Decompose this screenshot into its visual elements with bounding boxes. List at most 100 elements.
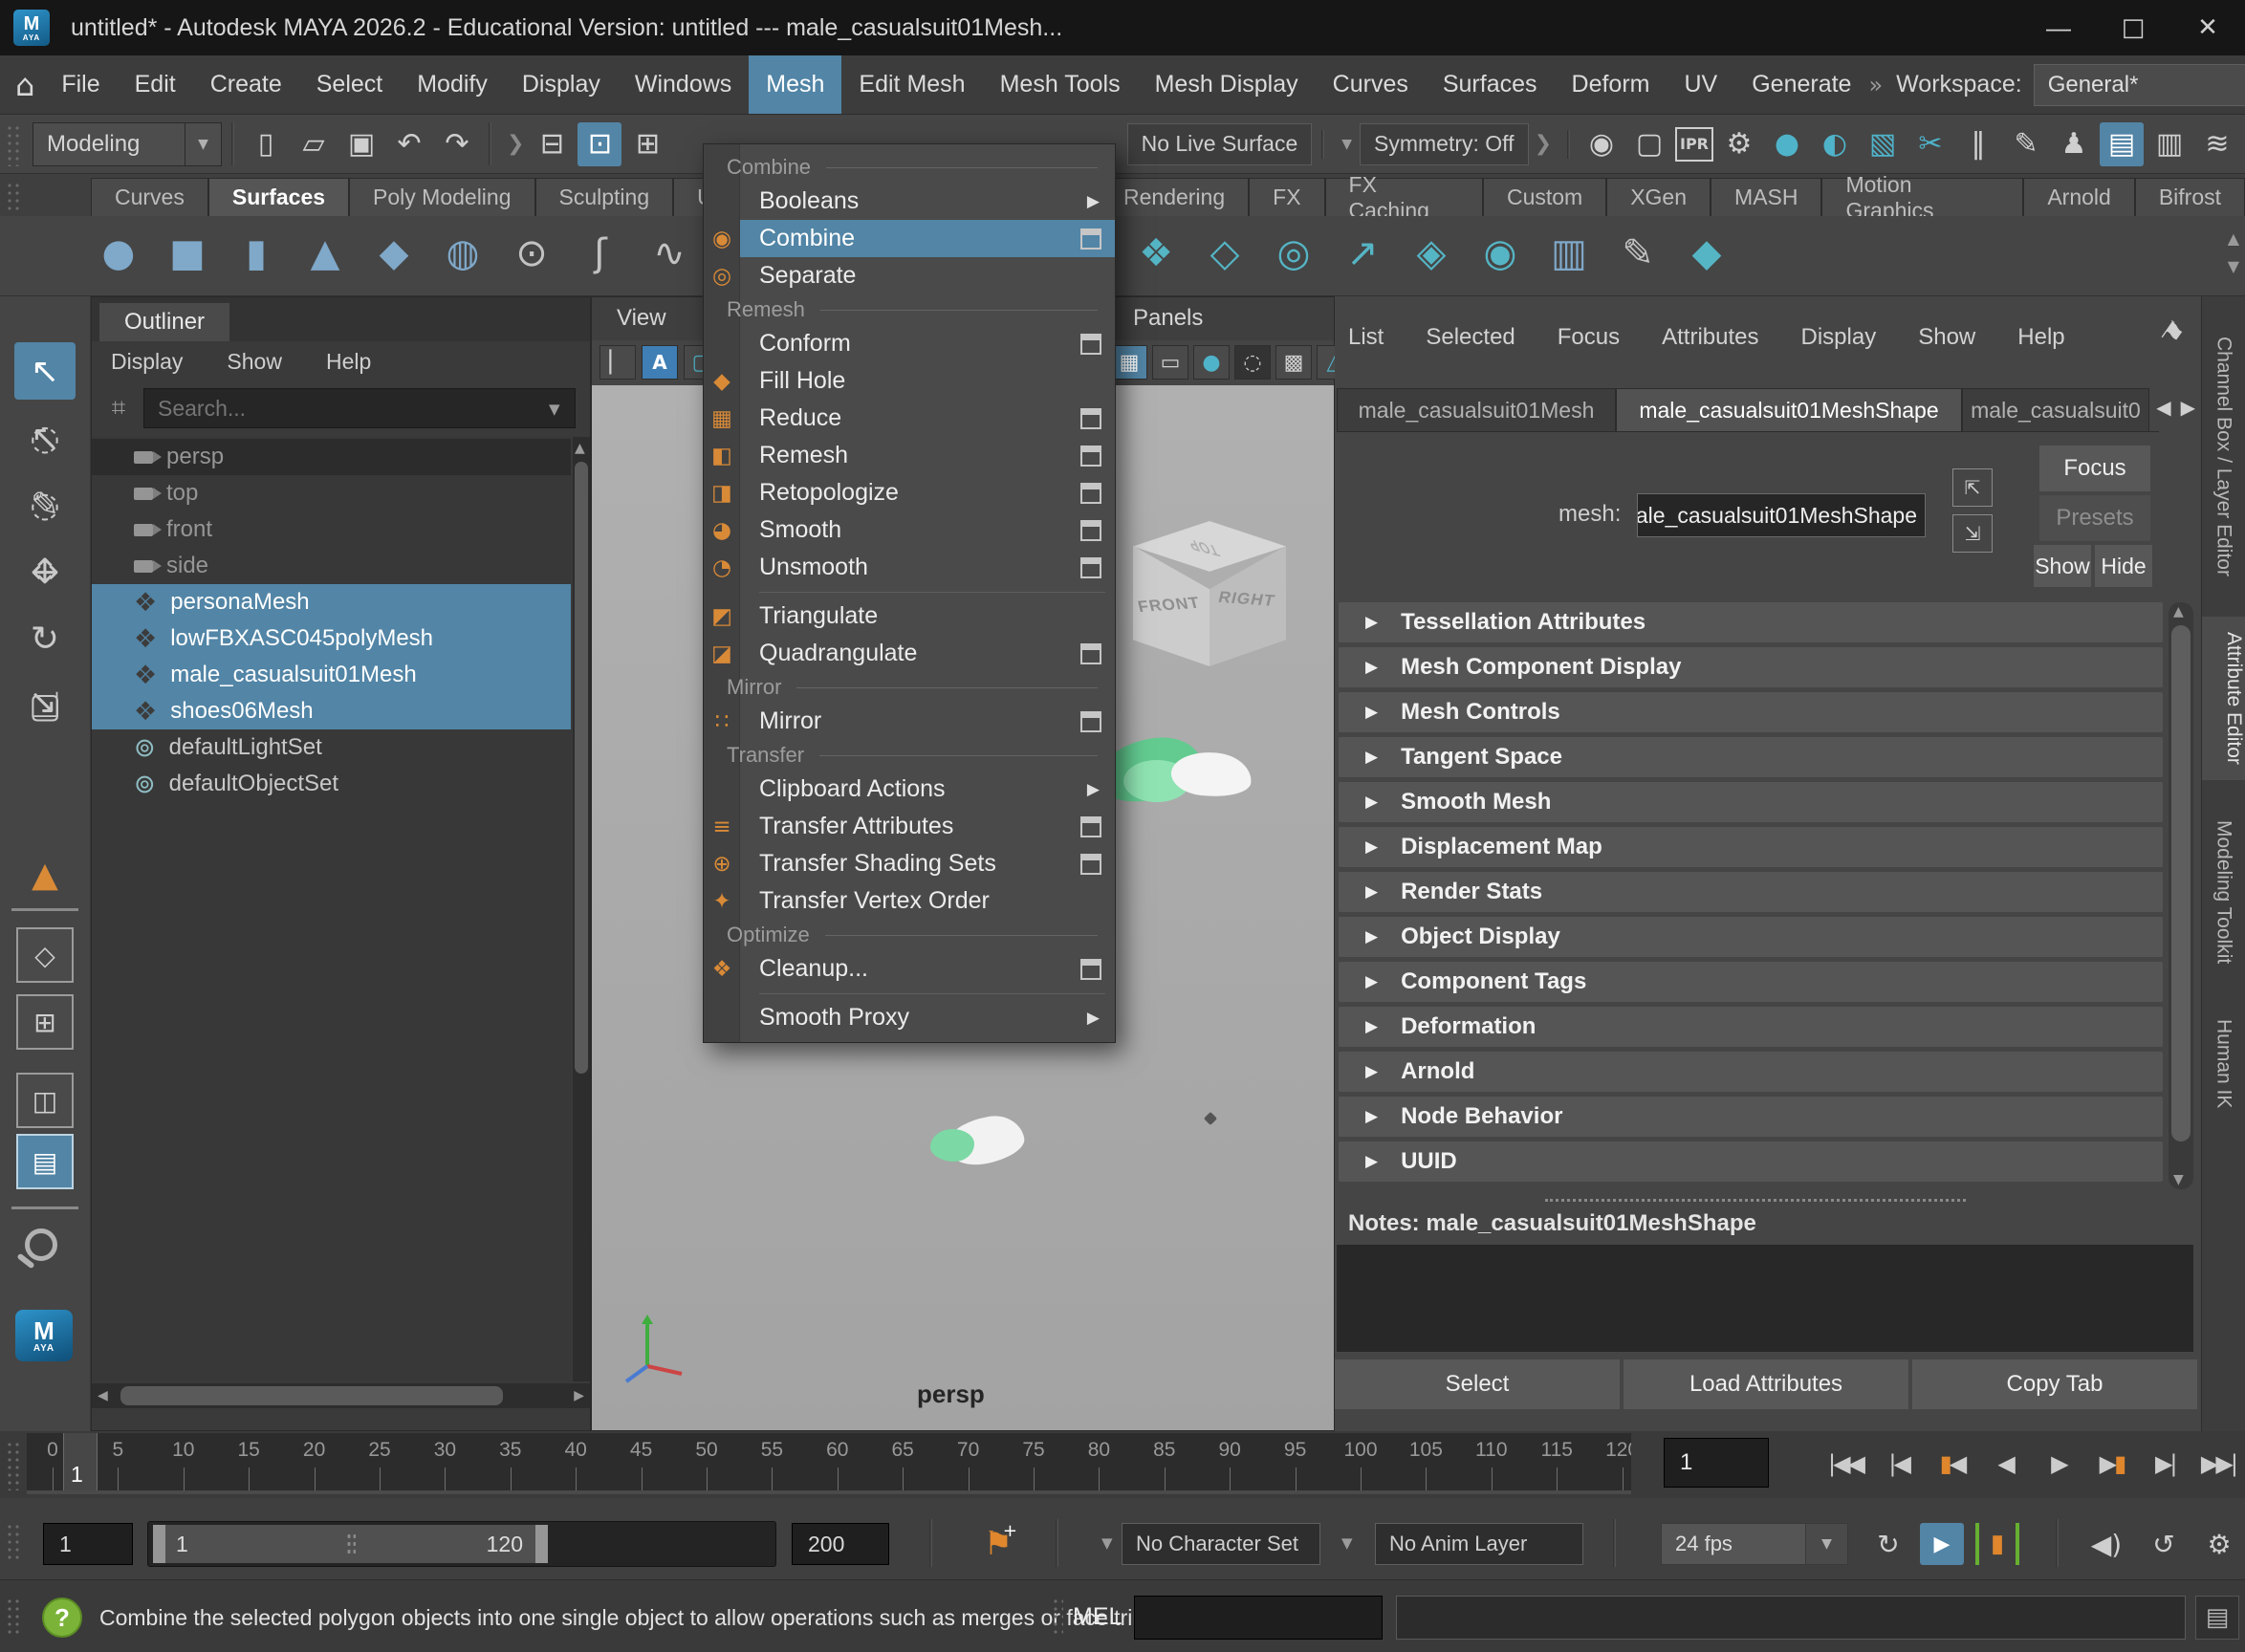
section-tessellation-attributes[interactable]: ▶Tessellation Attributes bbox=[1339, 602, 2163, 642]
menu-overflow-icon[interactable]: » bbox=[1868, 72, 1883, 98]
step-forward-key-button[interactable]: ▶▮ bbox=[2088, 1438, 2136, 1489]
select-button[interactable]: Select bbox=[1335, 1359, 1620, 1409]
shelf-tab-fx-caching[interactable]: FX Caching bbox=[1325, 178, 1483, 216]
scroll-left-icon[interactable]: ◀ bbox=[98, 1388, 108, 1403]
fps-selector[interactable]: 24 fps ▼ bbox=[1661, 1523, 1848, 1565]
dock-tab-modeling-toolkit[interactable]: Modeling Toolkit bbox=[2212, 805, 2235, 979]
outliner-search-input[interactable] bbox=[143, 388, 576, 428]
four-pane-layout-button[interactable]: ⊞ bbox=[16, 994, 74, 1050]
shelf-tab-rendering[interactable]: Rendering bbox=[1100, 178, 1249, 216]
menu-uv[interactable]: UV bbox=[1667, 55, 1734, 114]
menu-set-selector[interactable]: Modeling ▼ bbox=[33, 122, 222, 166]
menu-item-transfer-shading-sets[interactable]: ⊕Transfer Shading Sets bbox=[704, 845, 1115, 882]
playback-speed-icon[interactable]: ▶ bbox=[1920, 1523, 1964, 1565]
menu-item-remesh[interactable]: ◧Remesh bbox=[704, 437, 1115, 474]
menu-edit[interactable]: Edit bbox=[118, 55, 193, 114]
collapse-chevron-icon[interactable]: ❯ bbox=[507, 132, 524, 156]
tab-scroll-right-icon[interactable]: ▶ bbox=[2181, 396, 2195, 419]
nurbs-sphere-icon[interactable]: ● bbox=[91, 226, 146, 281]
ipr-render-icon[interactable]: IPR bbox=[1675, 127, 1713, 162]
search-magnifier-icon[interactable] bbox=[25, 1228, 57, 1261]
bookmark-button[interactable]: ⚑+ bbox=[977, 1523, 1019, 1565]
pause-viewport-icon[interactable]: ‖ bbox=[1956, 122, 2000, 166]
menu-item-smooth[interactable]: ◕Smooth bbox=[704, 511, 1115, 549]
scrollbar-thumb[interactable] bbox=[575, 462, 588, 1074]
ae-menu-focus[interactable]: Focus bbox=[1558, 324, 1620, 351]
shelf-tab-mash[interactable]: MASH bbox=[1711, 178, 1821, 216]
redo-icon[interactable]: ↷ bbox=[435, 122, 479, 166]
dock-tab-attribute-editor[interactable]: Attribute Editor bbox=[2202, 617, 2245, 780]
outliner-item-front[interactable]: front bbox=[92, 511, 571, 548]
mesh-name-field[interactable]: male_casualsuit01MeshShape bbox=[1637, 493, 1926, 537]
expand-arrow-icon[interactable]: ▶ bbox=[1365, 1107, 1378, 1126]
menu-item-separate[interactable]: ◎Separate bbox=[704, 257, 1115, 294]
option-box-icon[interactable] bbox=[1080, 959, 1101, 980]
maximize-button[interactable]: □ bbox=[2096, 0, 2170, 55]
menu-item-cleanup[interactable]: ❖Cleanup... bbox=[704, 950, 1115, 988]
dock-tab-human-ik[interactable]: Human IK bbox=[2212, 1004, 2235, 1123]
character-set-menu-icon[interactable]: ▼ bbox=[1101, 1534, 1113, 1552]
show-button[interactable]: Show bbox=[2034, 545, 2091, 587]
menu-mesh[interactable]: Mesh bbox=[749, 55, 841, 114]
step-back-key-button[interactable]: ▮◀ bbox=[1928, 1438, 1975, 1489]
menu-curves[interactable]: Curves bbox=[1316, 55, 1426, 114]
new-scene-icon[interactable]: ▯ bbox=[244, 122, 288, 166]
ae-menu-show[interactable]: Show bbox=[1918, 324, 1975, 351]
outliner-item-personamesh[interactable]: ❖personaMesh bbox=[92, 584, 571, 620]
menu-mesh-tools[interactable]: Mesh Tools bbox=[983, 55, 1138, 114]
shelf-tab-xgen[interactable]: XGen bbox=[1606, 178, 1711, 216]
notes-resize-handle[interactable] bbox=[1545, 1199, 1966, 1202]
timeline-ruler[interactable]: 1 05101520253035404550556065707580859095… bbox=[27, 1433, 1631, 1494]
lasso-select-tool[interactable]: ◌↖ bbox=[14, 409, 76, 467]
menu-create[interactable]: Create bbox=[193, 55, 299, 114]
animation-start-field[interactable]: 1 bbox=[43, 1523, 133, 1565]
resolution-gate-button[interactable]: ● bbox=[1193, 345, 1230, 380]
outliner-item-defaultlightset[interactable]: ⊚defaultLightSet bbox=[92, 729, 571, 766]
select-by-hierarchy-icon[interactable]: ⊟ bbox=[530, 122, 574, 166]
hide-button[interactable]: Hide bbox=[2095, 545, 2152, 587]
copy-tab-button[interactable]: Copy Tab bbox=[1912, 1359, 2197, 1409]
character-set-field[interactable]: No Character Set bbox=[1122, 1523, 1320, 1565]
camera-attributes-icon[interactable]: A bbox=[642, 345, 678, 380]
dock-tab-channel-box-layer-editor[interactable]: Channel Box / Layer Editor bbox=[2212, 321, 2235, 592]
time-sync-icon[interactable]: ↺ bbox=[2142, 1523, 2186, 1565]
scroll-down-icon[interactable]: ▼ bbox=[2173, 1172, 2184, 1187]
menu-item-unsmooth[interactable]: ◔Unsmooth bbox=[704, 549, 1115, 586]
undo-icon[interactable]: ↶ bbox=[387, 122, 431, 166]
nurbs-cylinder-icon[interactable]: ▮ bbox=[229, 226, 284, 281]
shelf-grip[interactable] bbox=[4, 180, 19, 210]
expand-arrow-icon[interactable]: ▶ bbox=[1365, 882, 1378, 902]
mesh-fragment[interactable] bbox=[930, 1112, 1026, 1169]
expand-arrow-icon[interactable]: ▶ bbox=[1365, 658, 1378, 677]
shelf-scroll-up-icon[interactable]: ▲ bbox=[2228, 229, 2239, 248]
section-component-tags[interactable]: ▶Component Tags bbox=[1339, 962, 2163, 1002]
range-end-handle[interactable] bbox=[535, 1525, 548, 1563]
shelf-tab-bifrost[interactable]: Bifrost bbox=[2135, 178, 2245, 216]
outliner-item-top[interactable]: top bbox=[92, 475, 571, 511]
trim-icon[interactable]: ✎ bbox=[1610, 226, 1666, 281]
scroll-up-icon[interactable]: ▲ bbox=[2173, 604, 2184, 620]
revolve-surface-icon[interactable]: ◎ bbox=[1266, 226, 1321, 281]
command-result-field[interactable] bbox=[1396, 1596, 2186, 1640]
nurbs-cone-icon[interactable]: ▲ bbox=[297, 226, 353, 281]
outliner-menu-show[interactable]: Show bbox=[227, 349, 282, 375]
minimize-button[interactable]: — bbox=[2021, 0, 2096, 55]
shelf-tab-sculpting[interactable]: Sculpting bbox=[535, 178, 674, 216]
attribute-editor-scrollbar[interactable]: ▲ ▼ bbox=[2169, 602, 2193, 1189]
ae-tab-male-casualsuit01meshshape[interactable]: male_casualsuit01MeshShape bbox=[1616, 388, 1962, 432]
paint-select-tool[interactable]: ◌✎ bbox=[14, 476, 76, 533]
menu-item-smooth-proxy[interactable]: Smooth Proxy▶ bbox=[704, 999, 1115, 1036]
expand-arrow-icon[interactable]: ▶ bbox=[1365, 1152, 1378, 1171]
menu-item-transfer-attributes[interactable]: ≡Transfer Attributes bbox=[704, 808, 1115, 845]
section-object-display[interactable]: ▶Object Display bbox=[1339, 917, 2163, 957]
expand-arrow-icon[interactable]: ▶ bbox=[1365, 793, 1378, 812]
section-mesh-controls[interactable]: ▶Mesh Controls bbox=[1339, 692, 2163, 732]
option-box-icon[interactable] bbox=[1080, 711, 1101, 732]
tab-scroll-left-icon[interactable]: ◀ bbox=[2156, 396, 2170, 419]
expand-arrow-icon[interactable]: ▶ bbox=[1365, 1017, 1378, 1036]
menu-item-triangulate[interactable]: ◩Triangulate bbox=[704, 598, 1115, 635]
menu-item-clipboard-actions[interactable]: Clipboard Actions▶ bbox=[704, 771, 1115, 808]
shelf-tab-custom[interactable]: Custom bbox=[1483, 178, 1606, 216]
soft-modification-tool[interactable]: ▲ bbox=[14, 846, 76, 903]
shelf-scroll-down-icon[interactable]: ▼ bbox=[2228, 257, 2239, 275]
